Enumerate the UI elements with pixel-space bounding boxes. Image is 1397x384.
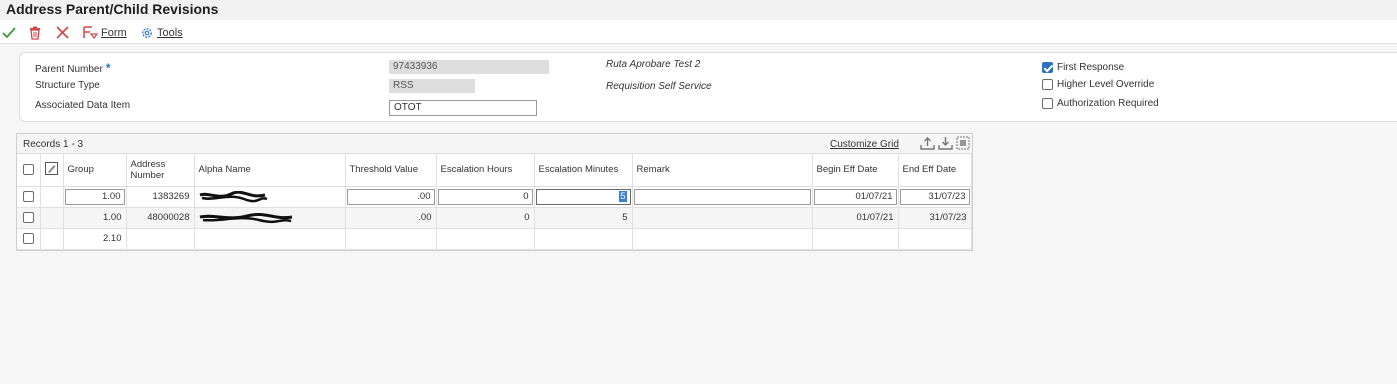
authorization-required-checkbox-box[interactable] bbox=[1042, 98, 1053, 109]
cancel-x-icon bbox=[56, 26, 69, 39]
ok-button[interactable] bbox=[2, 24, 16, 41]
delete-trash-icon bbox=[30, 26, 40, 40]
end-eff-date-cell[interactable]: 31/07/23 bbox=[898, 207, 972, 229]
first-response-checkbox-box[interactable] bbox=[1042, 62, 1053, 73]
associated-data-item-label: Associated Data Item bbox=[35, 100, 131, 111]
grid-tools bbox=[920, 136, 970, 150]
grid-settings-icon[interactable] bbox=[956, 136, 970, 150]
tools-menu[interactable]: Tools bbox=[140, 24, 183, 41]
parent-number-description: Ruta Aprobare Test 2 bbox=[606, 59, 701, 70]
form-menu-label: Form bbox=[101, 26, 127, 39]
select-all-cell[interactable] bbox=[17, 154, 41, 187]
associated-data-item-input[interactable]: OTOT bbox=[389, 100, 537, 116]
structure-type-field: RSS bbox=[389, 79, 475, 93]
redacted-name bbox=[199, 190, 267, 202]
threshold-value-cell[interactable] bbox=[345, 228, 437, 250]
address-number-cell[interactable]: 48000028 bbox=[126, 207, 195, 229]
alpha-name-cell[interactable] bbox=[194, 228, 346, 250]
end-eff-date-cell[interactable] bbox=[898, 228, 972, 250]
escalation-minutes-input[interactable]: 5 bbox=[535, 188, 631, 205]
group-cell[interactable]: 1.00 bbox=[63, 207, 127, 229]
form-menu[interactable]: Form bbox=[83, 24, 127, 41]
delete-button[interactable] bbox=[29, 24, 41, 41]
form-icon bbox=[83, 25, 98, 39]
structure-type-description: Requisition Self Service bbox=[606, 81, 712, 92]
alpha-name-cell bbox=[194, 186, 346, 208]
required-indicator: * bbox=[105, 61, 111, 75]
structure-type-label: Structure Type bbox=[35, 80, 100, 91]
authorization-required-checkbox[interactable]: Authorization Required bbox=[1042, 98, 1159, 109]
higher-level-override-checkbox[interactable]: Higher Level Override bbox=[1042, 79, 1154, 90]
tools-gear-icon bbox=[142, 27, 152, 38]
parent-number-label: Parent Number * bbox=[35, 61, 111, 75]
threshold-value-input[interactable]: .00 bbox=[346, 188, 435, 205]
select-all-checkbox[interactable] bbox=[22, 164, 34, 176]
group-input[interactable]: 1.00 bbox=[64, 188, 125, 205]
begin-eff-date-input[interactable]: 01/07/21 bbox=[813, 188, 897, 205]
col-remark[interactable]: Remark bbox=[632, 154, 813, 187]
escalation-hours-cell[interactable] bbox=[436, 228, 535, 250]
table-row[interactable]: 1.00 1383269 .00 0 5 01/07/21 31/07/23 bbox=[17, 186, 972, 208]
grid-header-row: Group Address Number Alpha Name Threshol… bbox=[17, 154, 972, 187]
import-icon[interactable] bbox=[938, 136, 953, 150]
row-checkbox[interactable] bbox=[22, 191, 34, 202]
first-response-checkbox[interactable]: First Response bbox=[1042, 62, 1124, 73]
row-edit-cell bbox=[40, 228, 64, 250]
address-number-cell[interactable] bbox=[126, 228, 195, 250]
ok-check-icon bbox=[2, 26, 16, 38]
row-edit-cell bbox=[40, 186, 64, 208]
begin-eff-date-cell[interactable] bbox=[812, 228, 899, 250]
table-row[interactable]: 1.00 48000028 .00 0 5 01/07/21 31/07/23 bbox=[17, 207, 972, 229]
customize-grid-link[interactable]: Customize Grid bbox=[830, 139, 899, 150]
threshold-value-cell[interactable]: .00 bbox=[345, 207, 437, 229]
export-icon[interactable] bbox=[920, 136, 935, 150]
col-threshold-value[interactable]: Threshold Value bbox=[345, 154, 437, 187]
toolbar: Form Tools bbox=[0, 20, 1397, 44]
remark-cell[interactable] bbox=[632, 207, 813, 229]
authorization-required-label: Authorization Required bbox=[1057, 98, 1159, 109]
row-edit-header bbox=[40, 154, 64, 187]
begin-eff-date-cell[interactable]: 01/07/21 bbox=[812, 207, 899, 229]
address-number-cell[interactable]: 1383269 bbox=[126, 186, 195, 208]
alpha-name-cell bbox=[194, 207, 346, 229]
escalation-minutes-cell[interactable]: 5 bbox=[534, 207, 633, 229]
redacted-name bbox=[199, 212, 292, 223]
row-checkbox[interactable] bbox=[22, 233, 34, 244]
revisions-grid: Records 1 - 3 Customize Grid Group Addre… bbox=[16, 133, 973, 251]
col-group[interactable]: Group bbox=[63, 154, 127, 187]
col-alpha-name[interactable]: Alpha Name bbox=[194, 154, 346, 187]
first-response-label: First Response bbox=[1057, 62, 1125, 73]
row-edit-cell bbox=[40, 207, 64, 229]
col-end-eff-date[interactable]: End Eff Date bbox=[898, 154, 972, 187]
end-eff-date-input[interactable]: 31/07/23 bbox=[899, 188, 970, 205]
page-title: Address Parent/Child Revisions bbox=[6, 1, 219, 17]
tools-menu-label: Tools bbox=[157, 26, 183, 39]
group-cell[interactable]: 2.10 bbox=[63, 228, 127, 250]
grid-table: Group Address Number Alpha Name Threshol… bbox=[17, 154, 972, 250]
records-count: Records 1 - 3 bbox=[23, 139, 84, 150]
escalation-hours-cell[interactable]: 0 bbox=[436, 207, 535, 229]
row-checkbox[interactable] bbox=[22, 212, 34, 223]
col-escalation-hours[interactable]: Escalation Hours bbox=[436, 154, 535, 187]
row-edit-icon bbox=[44, 161, 58, 175]
escalation-hours-input[interactable]: 0 bbox=[437, 188, 533, 205]
parent-number-field: 97433936 bbox=[389, 60, 549, 74]
escalation-minutes-selected-text: 5 bbox=[619, 190, 627, 202]
escalation-minutes-cell[interactable] bbox=[534, 228, 633, 250]
table-row[interactable]: 2.10 bbox=[17, 228, 972, 250]
cancel-button[interactable] bbox=[56, 24, 69, 41]
col-address-number[interactable]: Address Number bbox=[126, 154, 195, 187]
remark-cell[interactable] bbox=[632, 228, 813, 250]
col-begin-eff-date[interactable]: Begin Eff Date bbox=[812, 154, 899, 187]
title-bar: Address Parent/Child Revisions bbox=[0, 0, 1397, 20]
header-panel: Parent Number * 97433936 Ruta Aprobare Te… bbox=[19, 52, 1397, 122]
higher-level-override-label: Higher Level Override bbox=[1057, 79, 1155, 90]
col-escalation-minutes[interactable]: Escalation Minutes bbox=[534, 154, 633, 187]
higher-level-override-checkbox-box[interactable] bbox=[1042, 79, 1053, 90]
remark-input[interactable] bbox=[633, 188, 811, 205]
grid-header-bar: Records 1 - 3 Customize Grid bbox=[17, 134, 972, 154]
